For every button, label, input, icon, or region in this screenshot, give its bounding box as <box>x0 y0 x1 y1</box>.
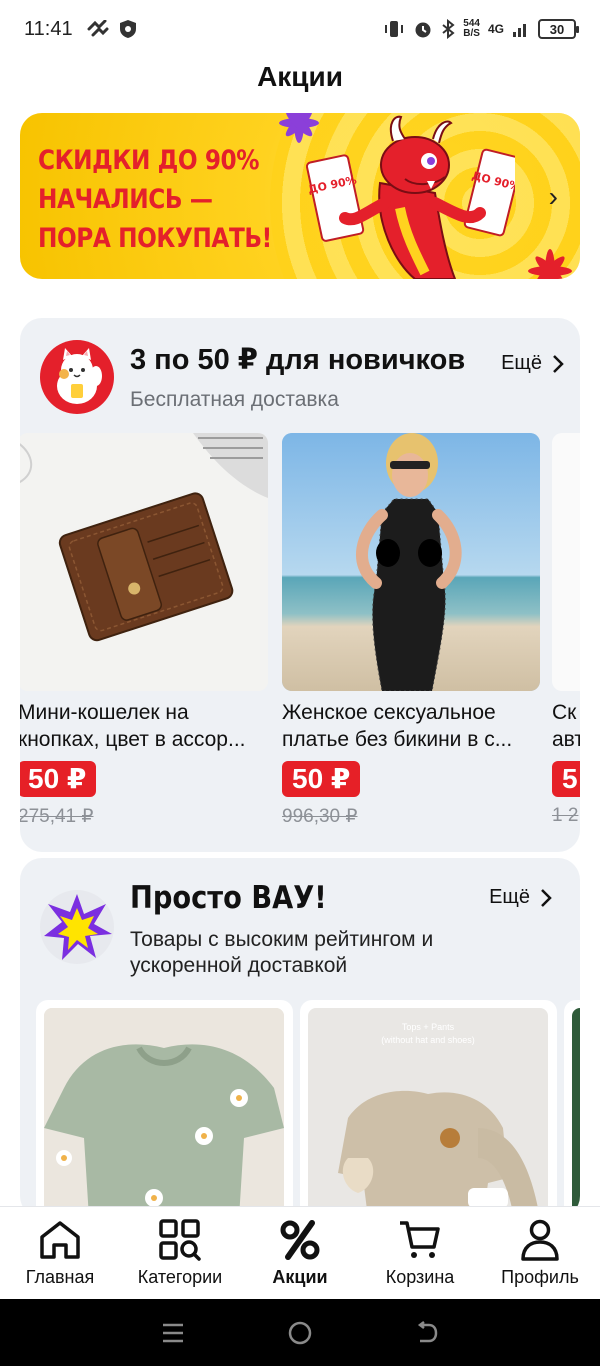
product-image <box>282 433 540 691</box>
product-card[interactable] <box>36 1000 293 1218</box>
product-card[interactable]: Мини-кошелек на кнопках, цвет в ассор...… <box>20 433 268 828</box>
profile-icon <box>521 1219 559 1261</box>
vibrate-icon <box>385 21 404 37</box>
image-caption: (without hat and shoes) <box>381 1035 475 1045</box>
dragon-illustration: ДО 90% ДО 90% <box>305 115 515 279</box>
status-time: 11:41 <box>24 17 73 40</box>
chevron-right-icon <box>553 354 564 373</box>
more-link[interactable]: Ещё <box>489 886 552 909</box>
wow-burst-icon <box>40 890 114 964</box>
nav-promotions[interactable]: Акции <box>240 1207 360 1299</box>
categories-icon <box>159 1219 201 1261</box>
product-price: 5 <box>552 761 580 797</box>
section-subtitle: Товары с высоким рейтингом и <box>130 928 434 951</box>
net-speed-unit: B/S <box>463 28 480 39</box>
system-navigation-bar <box>0 1299 600 1366</box>
chevron-right-icon[interactable]: › <box>549 181 558 213</box>
section-title: Просто ВАУ! <box>130 880 327 916</box>
nav-categories[interactable]: Категории <box>120 1207 240 1299</box>
status-bar: 11:41 544 B/S 4G 30 <box>0 0 600 58</box>
home-circle-icon[interactable] <box>287 1320 313 1346</box>
bluetooth-icon <box>442 19 455 39</box>
signal-icon <box>513 24 526 37</box>
product-image: Tops + Pants (without hat and shoes) <box>308 1008 548 1218</box>
product-image <box>20 433 268 691</box>
product-old-price: 275,41 ₽ <box>20 806 94 827</box>
product-card[interactable]: Женское сексуальное платье без бикини в … <box>282 433 540 828</box>
section-subtitle: ускоренной доставкой <box>130 954 348 977</box>
app-notification-icon <box>87 20 109 37</box>
product-name: Женское сексуальное <box>282 701 496 724</box>
image-caption: Tops + Pants <box>401 1022 455 1032</box>
alarm-icon <box>415 22 431 38</box>
product-name: Ск <box>552 701 577 724</box>
chevron-right-icon <box>541 888 552 907</box>
section-subtitle: Бесплатная доставка <box>130 388 339 411</box>
product-name: Мини-кошелек на <box>20 701 189 724</box>
product-card[interactable] <box>564 1000 580 1218</box>
network-type: 4G <box>487 22 504 36</box>
nav-cart[interactable]: Корзина <box>360 1207 480 1299</box>
nav-profile[interactable]: Профиль <box>480 1207 600 1299</box>
lucky-cat-icon <box>40 340 114 414</box>
product-image <box>44 1008 284 1218</box>
product-old-price: 996,30 ₽ <box>282 806 358 827</box>
product-card[interactable]: Ск авт 5 1 2 <box>552 433 580 827</box>
product-name: платье без бикини в с... <box>282 728 513 751</box>
product-name: кнопках, цвет в ассор... <box>20 728 246 751</box>
percent-icon <box>280 1220 320 1260</box>
newcomers-section: 3 по 50 ₽ для новичков Бесплатная достав… <box>20 318 580 852</box>
more-link[interactable]: Ещё <box>501 352 564 375</box>
shield-icon <box>119 20 136 38</box>
back-icon[interactable] <box>415 1320 439 1345</box>
menu-icon[interactable] <box>161 1322 185 1344</box>
product-card[interactable]: Tops + Pants (without hat and shoes) <box>300 1000 557 1218</box>
product-name: авт <box>552 728 580 751</box>
page-title: Акции <box>257 61 343 92</box>
product-price: 50 ₽ <box>20 761 97 797</box>
product-image <box>572 1008 580 1218</box>
product-old-price: 1 2 <box>552 805 579 826</box>
home-icon <box>40 1221 80 1259</box>
product-image <box>552 433 580 691</box>
section-title: 3 по 50 ₽ для новичков <box>130 344 466 376</box>
flower-decoration <box>528 249 572 279</box>
battery-indicator: 30 <box>538 19 579 39</box>
bottom-navigation: Главная Категории Акции Корзина Профиль <box>0 1206 600 1299</box>
cart-icon <box>400 1221 440 1258</box>
banner-headline: СКИДКИ ДО 90% НАЧАЛИСЬ — ПОРА ПОКУПАТЬ! <box>38 145 272 254</box>
nav-home[interactable]: Главная <box>0 1207 120 1299</box>
wow-section: Просто ВАУ! Товары с высоким рейтингом и… <box>20 858 580 1218</box>
promo-banner[interactable]: СКИДКИ ДО 90% НАЧАЛИСЬ — ПОРА ПОКУПАТЬ! … <box>20 113 580 279</box>
product-price: 50 ₽ <box>282 761 361 797</box>
